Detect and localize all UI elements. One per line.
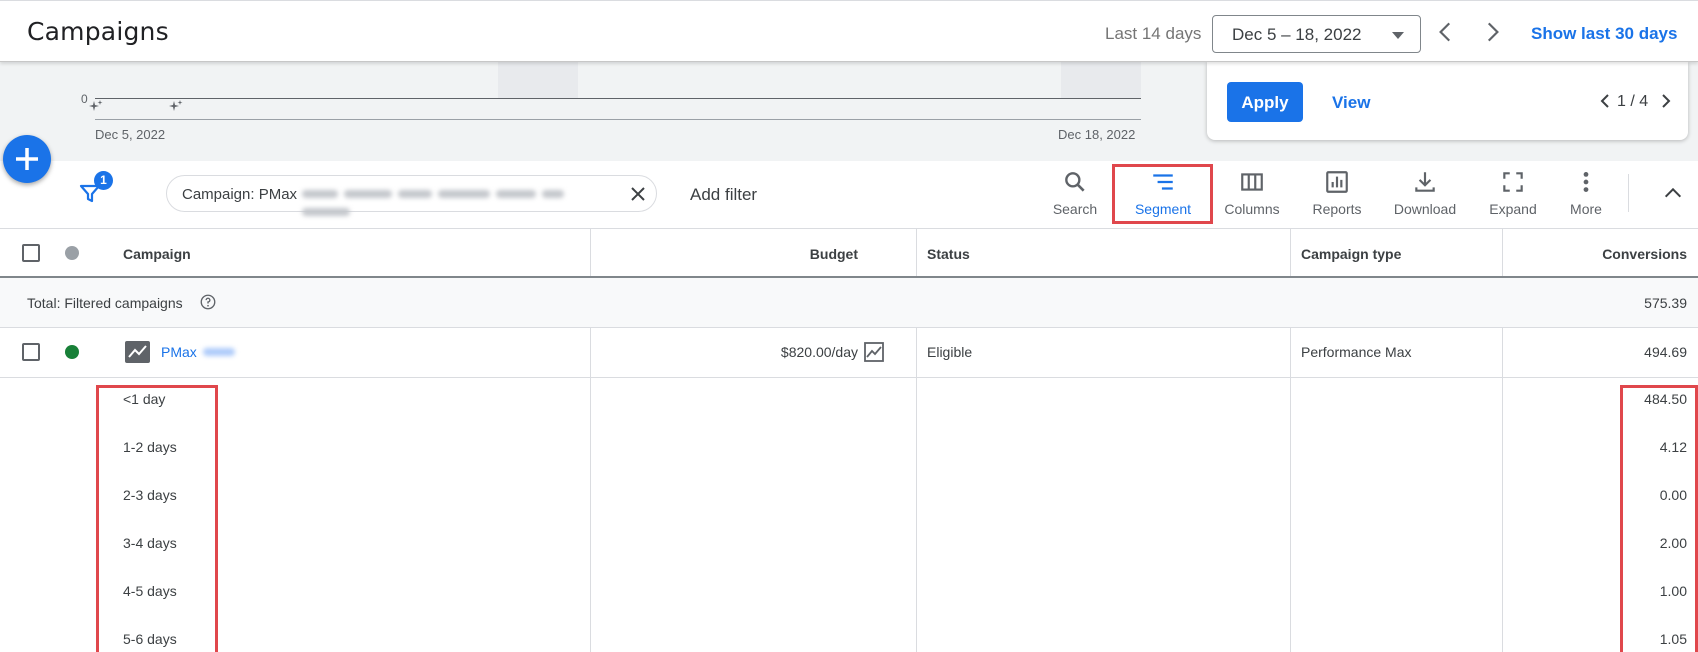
chart-x-axis bbox=[95, 119, 1141, 120]
show-last-30-days-link[interactable]: Show last 30 days bbox=[1531, 24, 1677, 44]
segment-row: 1-2 days 4.12 bbox=[0, 426, 1698, 474]
redacted-text bbox=[203, 348, 235, 356]
status-header-dot bbox=[65, 246, 79, 260]
more-tool-label: More bbox=[1570, 201, 1602, 217]
view-link[interactable]: View bbox=[1332, 93, 1370, 113]
pager-next-icon[interactable] bbox=[1658, 92, 1674, 110]
more-vert-icon bbox=[1583, 172, 1589, 192]
segment-row: 5-6 days 1.05 bbox=[0, 618, 1698, 652]
select-all-checkbox[interactable] bbox=[22, 244, 40, 262]
add-filter-button[interactable]: Add filter bbox=[690, 185, 757, 205]
annotation-sparkle-icon[interactable] bbox=[89, 100, 103, 114]
page-header: Campaigns Last 14 days Dec 5 – 18, 2022 … bbox=[0, 0, 1698, 62]
columns-tool-label: Columns bbox=[1224, 201, 1280, 217]
download-icon bbox=[1415, 172, 1435, 192]
filter-count-badge: 1 bbox=[94, 171, 113, 190]
performance-max-icon bbox=[125, 341, 150, 363]
segment-row: 4-5 days 1.00 bbox=[0, 570, 1698, 618]
column-header-campaign[interactable]: Campaign bbox=[123, 246, 191, 262]
status-enabled-dot[interactable] bbox=[65, 345, 79, 359]
chart-zero-line bbox=[95, 98, 1141, 99]
search-icon bbox=[1065, 172, 1085, 192]
more-tool-button[interactable]: More bbox=[1562, 169, 1610, 217]
plus-icon bbox=[16, 148, 38, 170]
page-title: Campaigns bbox=[27, 17, 169, 46]
previous-period-icon[interactable] bbox=[1433, 19, 1459, 45]
download-tool-label: Download bbox=[1393, 201, 1457, 217]
help-icon[interactable] bbox=[199, 293, 217, 311]
filter-chip-label: Campaign: PMax bbox=[182, 186, 298, 203]
reports-tool-button[interactable]: Reports bbox=[1302, 169, 1372, 217]
close-icon[interactable] bbox=[630, 186, 646, 202]
collapse-chevron-up-icon[interactable] bbox=[1662, 182, 1684, 204]
segment-labels-highlight-box bbox=[96, 385, 218, 652]
campaign-status: Eligible bbox=[927, 344, 973, 360]
column-header-budget[interactable]: Budget bbox=[810, 246, 858, 262]
date-range-value: Dec 5 – 18, 2022 bbox=[1232, 25, 1362, 44]
column-header-conversions[interactable]: Conversions bbox=[1602, 246, 1687, 262]
apply-button[interactable]: Apply bbox=[1227, 82, 1303, 122]
budget-chart-icon[interactable] bbox=[864, 342, 884, 362]
segment-row: <1 day 484.50 bbox=[0, 378, 1698, 426]
campaigns-table: Campaign Budget Status Campaign type Con… bbox=[0, 229, 1698, 652]
row-checkbox[interactable] bbox=[22, 343, 40, 361]
campaign-conversions: 494.69 bbox=[1644, 344, 1687, 360]
columns-icon bbox=[1241, 173, 1263, 191]
campaign-name-link[interactable]: PMax bbox=[161, 344, 197, 360]
table-toolbar: 1 Campaign: PMax Add filter Search Segme… bbox=[0, 161, 1698, 229]
dropdown-arrow-icon bbox=[1392, 32, 1404, 39]
search-tool-label: Search bbox=[1052, 201, 1098, 217]
expand-icon bbox=[1503, 172, 1523, 192]
total-label: Total: Filtered campaigns bbox=[27, 295, 183, 311]
campaign-filter-chip[interactable]: Campaign: PMax bbox=[166, 175, 657, 216]
next-period-icon[interactable] bbox=[1479, 19, 1505, 45]
total-row: Total: Filtered campaigns 575.39 bbox=[0, 278, 1698, 328]
columns-tool-button[interactable]: Columns bbox=[1217, 169, 1287, 217]
search-tool-button[interactable]: Search bbox=[1045, 169, 1105, 217]
expand-tool-button[interactable]: Expand bbox=[1478, 169, 1548, 217]
chart-end-date: Dec 18, 2022 bbox=[1058, 127, 1136, 142]
total-conversions: 575.39 bbox=[1644, 295, 1687, 311]
segment-row: 3-4 days 2.00 bbox=[0, 522, 1698, 570]
segment-values-highlight-box bbox=[1620, 385, 1698, 652]
reports-icon bbox=[1326, 171, 1348, 193]
toolbar-divider bbox=[1628, 174, 1629, 212]
create-fab-button[interactable] bbox=[3, 135, 51, 183]
reports-tool-label: Reports bbox=[1312, 201, 1362, 217]
segment-highlight-box bbox=[1112, 164, 1213, 224]
download-tool-button[interactable]: Download bbox=[1387, 169, 1463, 217]
table-row: PMax $820.00/day Eligible Performance Ma… bbox=[0, 328, 1698, 378]
segment-row: 2-3 days 0.00 bbox=[0, 474, 1698, 522]
redacted-text bbox=[302, 185, 612, 216]
page: Campaigns Last 14 days Dec 5 – 18, 2022 … bbox=[0, 0, 1698, 652]
pager-prev-icon[interactable] bbox=[1597, 92, 1613, 110]
chart-y-zero-label: 0 bbox=[81, 92, 88, 106]
chart-weekend-band bbox=[1061, 62, 1141, 98]
date-range-label: Last 14 days bbox=[1105, 24, 1202, 43]
column-header-status[interactable]: Status bbox=[927, 246, 970, 262]
recommendation-card: Apply View 1 / 4 bbox=[1207, 62, 1688, 140]
table-header-row: Campaign Budget Status Campaign type Con… bbox=[0, 229, 1698, 278]
column-header-campaign-type[interactable]: Campaign type bbox=[1301, 246, 1401, 262]
pager-status: 1 / 4 bbox=[1617, 93, 1649, 110]
chart-start-date: Dec 5, 2022 bbox=[95, 127, 166, 142]
annotation-sparkle-icon[interactable] bbox=[169, 100, 183, 114]
date-range-select[interactable]: Dec 5 – 18, 2022 bbox=[1212, 15, 1421, 53]
campaign-budget: $820.00/day bbox=[780, 344, 858, 360]
chart-weekend-band bbox=[498, 62, 578, 98]
expand-tool-label: Expand bbox=[1489, 201, 1537, 217]
campaign-type: Performance Max bbox=[1301, 344, 1412, 360]
